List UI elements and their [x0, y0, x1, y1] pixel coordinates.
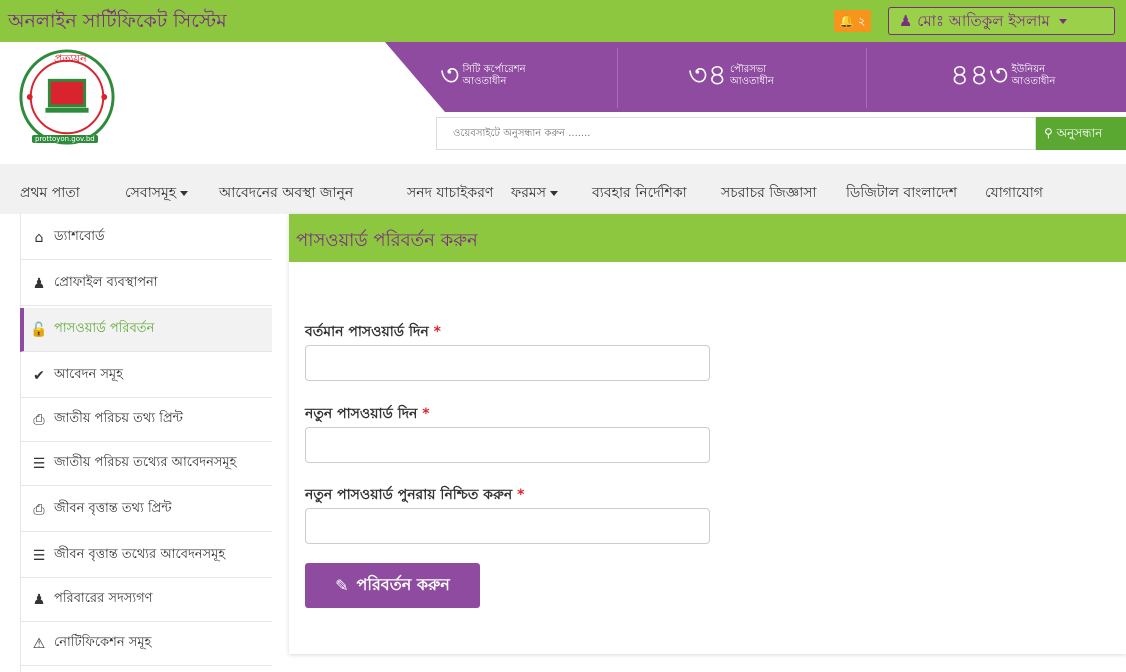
stat-number: ৩৪ — [688, 58, 727, 93]
panel-title: পাসওয়ার্ড পরিবর্তন করুন — [296, 230, 478, 251]
notification-badge[interactable]: 🔔 ২ — [834, 10, 871, 32]
new-password-input[interactable] — [305, 427, 710, 463]
sidebar-item-nid-print[interactable]: ⎙ জাতীয় পরিচয় তথ্য প্রিন্ট — [20, 398, 272, 442]
nav-item-certificate-verify[interactable]: সনদ যাচাইকরণ — [407, 181, 493, 205]
print-icon: ⎙ — [33, 411, 45, 428]
user-name: মোঃ আতিকুল ইসলাম — [917, 12, 1050, 30]
user-menu-button[interactable]: ♟ মোঃ আতিকুল ইসলাম — [888, 7, 1115, 35]
confirm-password-input[interactable] — [305, 508, 710, 544]
sidebar-item-label: পরিবারের সদস্যগণ — [54, 591, 153, 606]
nav-item-digital-bangladesh[interactable]: ডিজিটাল বাংলাদেশ — [846, 181, 957, 205]
home-icon: ⌂ — [34, 229, 44, 246]
user-icon: ♟ — [32, 591, 46, 608]
bell-icon: 🔔 — [839, 14, 854, 28]
print-icon: ⎙ — [33, 501, 45, 518]
sidebar-item-cv-print[interactable]: ⎙ জীবন বৃত্তান্ত তথ্য প্রিন্ট — [20, 488, 272, 532]
stat-label: পৌরসভা — [729, 64, 767, 75]
nav-item-home[interactable]: প্রথম পাতা — [20, 181, 80, 205]
unlock-icon: 🔓 — [30, 321, 48, 338]
change-password-button-label: পরিবর্তন করুন — [356, 575, 450, 594]
search-input[interactable] — [436, 117, 1036, 150]
stat-label: ইউনিয়ন — [1011, 64, 1046, 75]
sidebar-item-cv-applications[interactable]: ☰ জীবন বৃত্তান্ত তথ্যের আবেদনসমূহ — [20, 534, 272, 578]
list-icon: ☰ — [32, 547, 46, 564]
stat-union: ৪৪৩ ইউনিয়ন আওতাধীন — [950, 50, 1055, 102]
sidebar-item-dashboard[interactable]: ⌂ ড্যাশবোর্ড — [20, 216, 272, 260]
stat-number: ৪৪৩ — [950, 58, 1009, 93]
field-label-text: নতুন পাসওয়ার্ড পুনরায় নিশ্চিত করুন — [305, 487, 513, 503]
app-title[interactable]: অনলাইন সার্টিফিকেট সিস্টেম — [8, 7, 227, 39]
sidebar-item-label: পাসওয়ার্ড পরিবর্তন — [54, 321, 155, 336]
stat-sublabel: আওতাধীন — [462, 76, 507, 87]
sidebar-item-label: ড্যাশবোর্ড — [54, 229, 105, 244]
nav-item-label: সেবাসমূহ — [125, 185, 177, 201]
new-password-label: নতুন পাসওয়ার্ড দিন * — [305, 402, 430, 426]
search-icon: ⚲ — [1044, 126, 1053, 140]
stats-divider — [617, 48, 618, 108]
nav-item-forms[interactable]: ফরমস — [511, 181, 558, 205]
confirm-password-label: নতুন পাসওয়ার্ড পুনরায় নিশ্চিত করুন * — [305, 483, 524, 507]
sidebar-item-nid-applications[interactable]: ☰ জাতীয় পরিচয় তথ্যের আবেদনসমূহ — [20, 442, 272, 486]
chevron-down-icon — [180, 190, 189, 196]
search-button-label: অনুসন্ধান — [1056, 126, 1103, 140]
notification-count: ২ — [857, 14, 866, 28]
field-label-text: বর্তমান পাসওয়ার্ড দিন — [305, 324, 429, 340]
stat-sublabel: আওতাধীন — [729, 76, 774, 87]
user-icon: ♟ — [32, 275, 46, 292]
required-mark: * — [517, 487, 525, 503]
check-icon: ✔ — [33, 367, 45, 384]
stats-divider — [866, 48, 867, 108]
change-password-button[interactable]: ✎ পরিবর্তন করুন — [305, 563, 480, 608]
sidebar-item-label: আবেদন সমূহ — [54, 367, 123, 382]
stat-city-corporation: ৩ সিটি কর্পোরেশন আওতাধীন — [440, 50, 526, 102]
sidebar-item-label: জীবন বৃত্তান্ত তথ্য প্রিন্ট — [54, 501, 172, 516]
nav-item-user-guide[interactable]: ব্যবহার নির্দেশিকা — [592, 181, 687, 205]
sidebar-item-label: জাতীয় পরিচয় তথ্যের আবেদনসমূহ — [54, 455, 237, 470]
list-icon: ☰ — [32, 455, 46, 472]
required-mark: * — [433, 324, 441, 340]
sidebar-item-label: জীবন বৃত্তান্ত তথ্যের আবেদনসমূহ — [54, 547, 226, 562]
sidebar-item-label: প্রোফাইল ব্যবস্থাপনা — [54, 275, 158, 290]
required-mark: * — [422, 406, 430, 422]
sidebar-item-change-password[interactable]: 🔓 পাসওয়ার্ড পরিবর্তন — [20, 308, 272, 352]
sidebar-item-label: নোটিফিকেশন সমূহ — [54, 635, 152, 650]
chevron-down-icon — [1058, 19, 1067, 24]
nav-item-faq[interactable]: সচরাচর জিজ্ঞাসা — [721, 181, 817, 205]
stat-number: ৩ — [440, 58, 460, 93]
sidebar-item-profile[interactable]: ♟ প্রোফাইল ব্যবস্থাপনা — [20, 262, 272, 306]
current-password-input[interactable] — [305, 345, 710, 381]
current-password-label: বর্তমান পাসওয়ার্ড দিন * — [305, 320, 441, 344]
chevron-down-icon — [549, 190, 558, 196]
nav-item-application-status[interactable]: আবেদনের অবস্থা জানুন — [219, 181, 353, 205]
stat-sublabel: আওতাধীন — [1011, 76, 1056, 87]
field-label-text: নতুন পাসওয়ার্ড দিন — [305, 406, 418, 422]
stat-municipality: ৩৪ পৌরসভা আওতাধীন — [688, 50, 774, 102]
edit-icon: ✎ — [335, 576, 349, 595]
nav-item-services[interactable]: সেবাসমূহ — [125, 181, 189, 205]
stat-label: সিটি কর্পোরেশন — [462, 64, 526, 75]
user-icon: ♟ — [899, 12, 913, 30]
logo-text: প্রত্যয়ন — [54, 52, 87, 65]
sidebar-item-family-members[interactable]: ♟ পরিবারের সদস্যগণ — [20, 578, 272, 622]
sidebar-item-notifications[interactable]: ⚠ নোটিফিকেশন সমূহ — [20, 622, 272, 666]
nav-item-contact[interactable]: যোগাযোগ — [985, 181, 1043, 205]
sidebar-item-label: জাতীয় পরিচয় তথ্য প্রিন্ট — [54, 411, 183, 426]
warning-icon: ⚠ — [32, 635, 46, 652]
search-button[interactable]: ⚲ অনুসন্ধান — [1036, 117, 1126, 150]
nav-item-label: ফরমস — [511, 185, 546, 201]
logo-url: prottoyon.gov.bd — [32, 135, 98, 143]
sidebar-item-applications[interactable]: ✔ আবেদন সমূহ — [20, 354, 272, 398]
